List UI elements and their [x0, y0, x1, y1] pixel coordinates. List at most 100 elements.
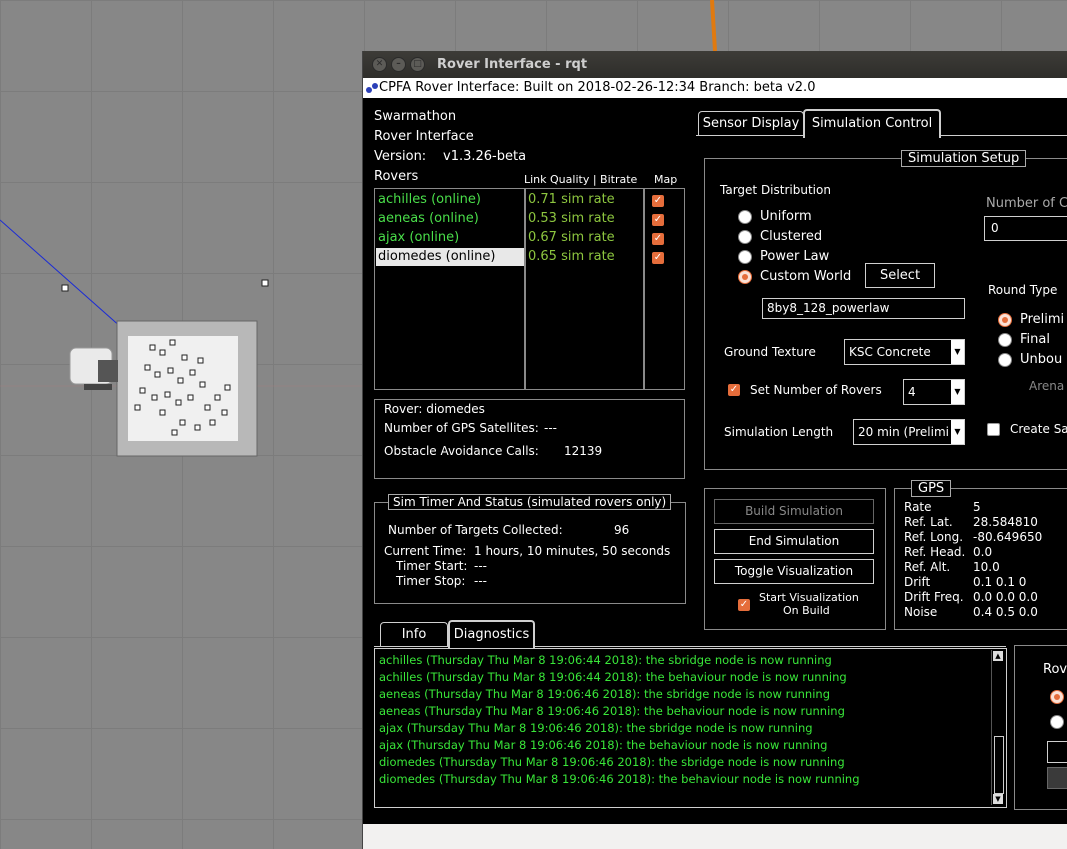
radio-power-law[interactable] [738, 250, 752, 264]
map-checkbox-aeneas[interactable]: ✓ [652, 214, 664, 226]
gps-drift-freq-label: Drift Freq. [904, 590, 964, 604]
title-bar[interactable]: ✕ – □ Rover Interface - rqt [363, 51, 1067, 78]
gps-noise-value: 0.4 0.5 0.0 [973, 605, 1038, 619]
world-file-input[interactable]: 8by8_128_powerlaw [762, 298, 965, 319]
sim-length-value: 20 min (Prelimi [858, 425, 949, 439]
rover-item-diomedes[interactable]: diomedes (online) [378, 249, 495, 264]
gps-drift-value: 0.1 0.1 0 [973, 575, 1027, 589]
rate-achilles: 0.71 sim rate [528, 192, 615, 207]
rover-item-achilles[interactable]: achilles (online) [378, 192, 481, 207]
radio-prelim[interactable] [998, 313, 1012, 327]
obstacle-calls-value: 12139 [564, 444, 603, 458]
start-visualization-checkbox[interactable]: ✓ [738, 599, 750, 611]
version-label: Version: [374, 149, 427, 164]
timer-stop-value: --- [474, 574, 487, 588]
radio-unbounded[interactable] [998, 353, 1012, 367]
tab-sensor-display[interactable]: Sensor Display [698, 111, 804, 136]
create-save-checkbox[interactable] [987, 423, 1000, 436]
set-rovers-checkbox[interactable]: ✓ [728, 384, 740, 396]
rover-status-box: Rover: diomedes Number of GPS Satellites… [374, 399, 685, 479]
rover-list[interactable]: achilles (online) aeneas (online) ajax (… [374, 188, 526, 390]
log-scrollbar[interactable]: ▲ ▼ [991, 650, 1005, 805]
plugin-build-info: CPFA Rover Interface: Built on 2018-02-2… [379, 80, 816, 95]
rovers-count-select[interactable]: 4 ▼ [903, 379, 965, 405]
chevron-down-icon: ▼ [951, 380, 964, 404]
ground-texture-label: Ground Texture [724, 345, 816, 359]
radio-final[interactable] [998, 333, 1012, 347]
end-simulation-button[interactable]: End Simulation [714, 529, 874, 554]
diagnostics-log[interactable]: achilles (Thursday Thu Mar 8 19:06:44 20… [374, 648, 1007, 808]
toggle-visualization-button[interactable]: Toggle Visualization [714, 559, 874, 584]
scroll-up-icon[interactable]: ▲ [993, 651, 1003, 661]
map-checkbox-list: ✓ ✓ ✓ ✓ [643, 188, 685, 390]
custom-world-label: Custom World [760, 269, 852, 284]
path-line [710, 0, 717, 52]
ground-texture-select[interactable]: KSC Concrete ▼ [844, 339, 965, 365]
tab-info[interactable]: Info [380, 622, 448, 647]
power-law-label: Power Law [760, 249, 830, 264]
targets-collected-label: Number of Targets Collected: [388, 523, 563, 537]
gps-noise-label: Noise [904, 605, 938, 619]
map-header: Map [654, 173, 678, 186]
map-checkbox-diomedes[interactable]: ✓ [652, 252, 664, 264]
rover-item-aeneas[interactable]: aeneas (online) [378, 211, 479, 226]
gps-drift-label: Drift [904, 575, 931, 589]
sim-length-select[interactable]: 20 min (Prelimi ▼ [853, 419, 965, 445]
map-checkbox-achilles[interactable]: ✓ [652, 195, 664, 207]
rover-item-ajax[interactable]: ajax (online) [378, 230, 459, 245]
obstacle-calls-label: Obstacle Avoidance Calls: [384, 444, 539, 458]
maximize-icon[interactable]: □ [410, 57, 425, 72]
build-simulation-button[interactable]: Build Simulation [714, 499, 874, 524]
minimize-icon[interactable]: – [391, 57, 406, 72]
log-line: aeneas (Thursday Thu Mar 8 19:06:46 2018… [379, 704, 845, 718]
gps-head-label: Ref. Head. [904, 545, 966, 559]
scroll-down-icon[interactable]: ▼ [993, 794, 1003, 804]
scroll-thumb[interactable] [994, 736, 1004, 794]
rover-control-label: Rov [1043, 662, 1067, 677]
sim-timer-title: Sim Timer And Status (simulated rovers o… [388, 494, 672, 510]
control-box: Build Simulation End Simulation Toggle V… [704, 488, 886, 630]
timer-start-label: Timer Start: [396, 559, 468, 573]
arena-label: Arena [1029, 379, 1065, 393]
targets-collected-value: 96 [614, 523, 630, 537]
gps-title: GPS [911, 480, 952, 497]
radio-custom-world[interactable] [738, 270, 752, 284]
target-distribution-label: Target Distribution [720, 183, 831, 197]
map-checkbox-ajax[interactable]: ✓ [652, 233, 664, 245]
gps-head-value: 0.0 [973, 545, 993, 559]
rover-control-button-2[interactable] [1047, 767, 1067, 789]
prelim-label: Prelimi [1020, 312, 1065, 327]
gps-satellites-label: Number of GPS Satellites: [384, 421, 539, 435]
simulation-setup-title: Simulation Setup [901, 150, 1027, 167]
window-title: Rover Interface - rqt [437, 57, 588, 72]
tab-diagnostics[interactable]: Diagnostics [448, 620, 535, 648]
current-time-label: Current Time: [384, 544, 467, 558]
chevron-down-icon: ▼ [951, 420, 964, 444]
timer-start-value: --- [474, 559, 487, 573]
link-quality-list: 0.71 sim rate 0.53 sim rate 0.67 sim rat… [524, 188, 645, 390]
rate-aeneas: 0.53 sim rate [528, 211, 615, 226]
ground-texture-value: KSC Concrete [849, 345, 931, 359]
number-of-input[interactable]: 0 [984, 216, 1067, 241]
plugin-icon [366, 83, 378, 93]
rate-diomedes: 0.65 sim rate [528, 249, 615, 264]
radio-rover-mode-2[interactable] [1050, 715, 1064, 729]
tab-simulation-control[interactable]: Simulation Control [803, 109, 941, 138]
rovers-count-value: 4 [908, 385, 916, 399]
log-line: diomedes (Thursday Thu Mar 8 19:06:46 20… [379, 755, 845, 769]
radio-clustered[interactable] [738, 230, 752, 244]
select-world-button[interactable]: Select [865, 263, 935, 288]
radio-rover-mode-1[interactable] [1050, 690, 1064, 704]
start-visualization-label-1: Start Visualization [759, 591, 859, 604]
rover-control-button-1[interactable] [1047, 741, 1067, 763]
set-rovers-label: Set Number of Rovers [750, 383, 882, 397]
rover-control-panel: Rov [1014, 645, 1067, 810]
close-icon[interactable]: ✕ [372, 57, 387, 72]
gps-long-value: -80.649650 [973, 530, 1043, 544]
rqt-window: ✕ – □ Rover Interface - rqt CPFA Rover I… [362, 51, 1067, 849]
gps-alt-label: Ref. Alt. [904, 560, 951, 574]
final-label: Final [1020, 332, 1050, 347]
gps-satellites-value: --- [544, 421, 557, 435]
radio-uniform[interactable] [738, 210, 752, 224]
clustered-label: Clustered [760, 229, 823, 244]
